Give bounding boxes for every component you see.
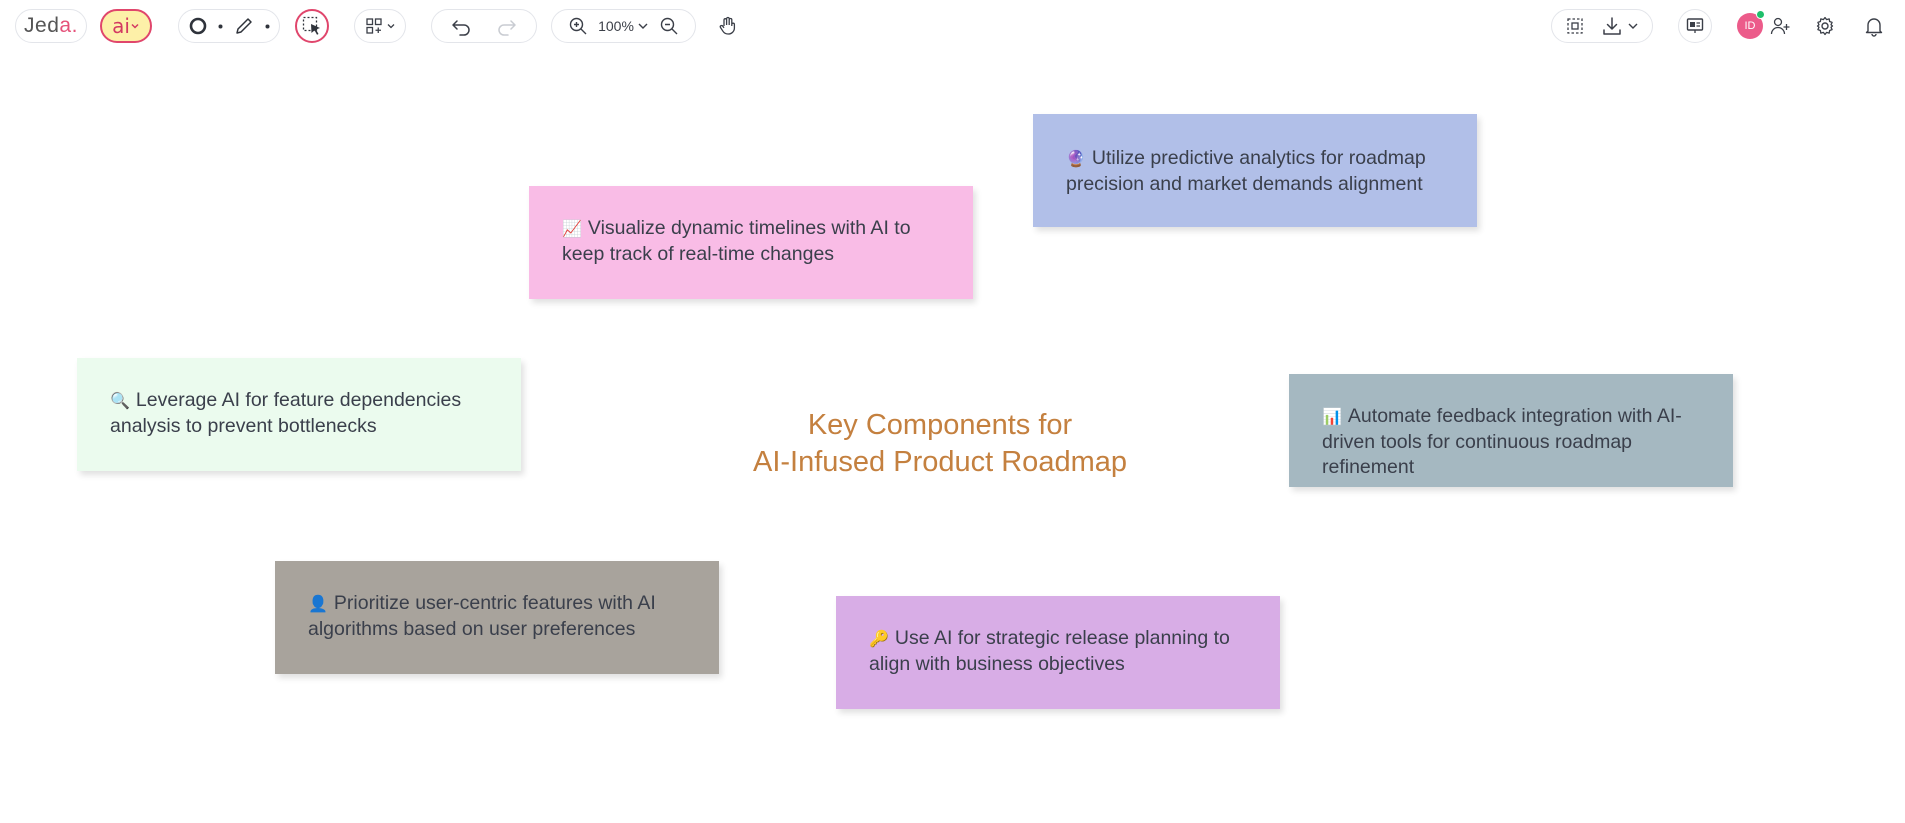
chevron-down-icon: [386, 21, 396, 31]
presentation-button[interactable]: [1678, 9, 1712, 43]
crystal-ball-icon: 🔮: [1066, 149, 1086, 168]
settings-button[interactable]: [1808, 9, 1842, 43]
chevron-down-icon: [1627, 20, 1639, 32]
sticky-note-dependencies[interactable]: 🔍 Leverage AI for feature dependencies an…: [77, 358, 521, 471]
add-user-icon[interactable]: [1769, 15, 1791, 37]
zoom-in-icon[interactable]: [568, 16, 588, 36]
note-text: Leverage AI for feature dependencies ana…: [110, 389, 462, 437]
sticky-note-timelines[interactable]: 📈 Visualize dynamic timelines with AI to …: [529, 186, 973, 299]
central-topic-line2: AI-Infused Product Roadmap: [753, 446, 1127, 478]
drawing-tools-group: [178, 9, 280, 43]
presentation-icon: [1685, 16, 1705, 36]
note-text: Use AI for strategic release planning to…: [869, 627, 1230, 675]
export-group: [1551, 9, 1653, 43]
capture-area-icon[interactable]: [1565, 16, 1585, 36]
ai-menu-button[interactable]: ai: [100, 9, 152, 43]
hand-icon: [717, 15, 739, 37]
gear-icon: [1814, 15, 1836, 37]
pan-tool-button[interactable]: [711, 9, 745, 43]
key-icon: 🔑: [869, 629, 889, 648]
jeda-logo[interactable]: Jed a.: [15, 9, 87, 43]
select-cursor-icon: [301, 15, 323, 37]
note-text: Visualize dynamic timelines with AI to k…: [562, 217, 911, 265]
insert-menu-button[interactable]: [354, 9, 406, 43]
zoom-controls: 100%: [551, 9, 696, 43]
pen-options-dot-icon[interactable]: [265, 24, 270, 29]
note-text: Automate feedback integration with AI-dr…: [1322, 405, 1682, 478]
chart-increasing-icon: 📈: [562, 219, 582, 238]
avatar-initials: ID: [1744, 20, 1756, 32]
user-avatar[interactable]: ID: [1737, 10, 1765, 39]
online-status-dot: [1756, 10, 1765, 19]
logo-text: Jed: [24, 14, 60, 37]
logo-accent: a: [59, 14, 72, 37]
select-tool-button[interactable]: [295, 9, 329, 43]
ai-label: ai: [112, 14, 130, 38]
notifications-button[interactable]: [1857, 9, 1891, 43]
chevron-down-icon: [637, 20, 649, 32]
download-menu-button[interactable]: [1601, 15, 1639, 37]
grid-plus-icon: [365, 17, 383, 35]
redo-icon[interactable]: [496, 15, 518, 37]
zoom-level-value: 100%: [598, 18, 634, 34]
history-group: [431, 9, 537, 43]
sticky-note-predictive-analytics[interactable]: 🔮 Utilize predictive analytics for roadma…: [1033, 114, 1477, 227]
magnifying-glass-icon: 🔍: [110, 391, 130, 410]
note-text: Utilize predictive analytics for roadmap…: [1066, 147, 1426, 195]
zoom-out-icon[interactable]: [659, 16, 679, 36]
sticky-note-release-planning[interactable]: 🔑 Use AI for strategic release planning t…: [836, 596, 1280, 709]
collaborators-group: ID: [1729, 9, 1799, 43]
undo-icon[interactable]: [450, 15, 472, 37]
zoom-level-dropdown[interactable]: 100%: [598, 18, 649, 34]
pen-icon[interactable]: [233, 15, 255, 37]
central-topic-line1: Key Components for: [807, 409, 1073, 441]
note-text: Prioritize user-centric features with AI…: [308, 592, 656, 640]
bar-chart-icon: 📊: [1322, 407, 1342, 426]
logo-suffix: .: [71, 14, 78, 37]
chevron-down-icon: [130, 21, 140, 31]
sticky-note-feedback-integration[interactable]: 📊 Automate feedback integration with AI-d…: [1289, 374, 1733, 487]
shape-circle-icon[interactable]: [188, 16, 208, 36]
central-topic[interactable]: Key Components for AI-Infused Product Ro…: [700, 407, 1180, 481]
user-silhouette-icon: 👤: [308, 594, 328, 613]
sticky-note-user-centric[interactable]: 👤 Prioritize user-centric features with A…: [275, 561, 719, 674]
download-icon: [1601, 15, 1623, 37]
bell-icon: [1863, 15, 1885, 37]
shape-options-dot-icon[interactable]: [218, 24, 223, 29]
